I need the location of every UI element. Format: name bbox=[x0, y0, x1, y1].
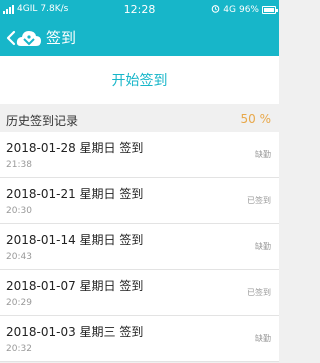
record-date: 2018-01-07 星期日 签到 bbox=[6, 279, 144, 293]
record-status: 已签到 bbox=[247, 196, 271, 205]
network-type: 4G bbox=[223, 5, 236, 15]
battery-icon bbox=[262, 6, 278, 14]
record-date: 2018-01-21 星期日 签到 bbox=[6, 187, 144, 201]
app-header: 签到 bbox=[0, 20, 279, 56]
list-item[interactable]: 2018-01-03 星期三 签到 20:32 缺勤 bbox=[0, 316, 279, 362]
status-right: 4G 96% bbox=[211, 4, 278, 16]
list-item[interactable]: 2018-01-07 星期日 签到 20:29 已签到 bbox=[0, 270, 279, 316]
record-time: 20:43 bbox=[6, 252, 32, 262]
list-item[interactable]: 2018-01-21 星期日 签到 20:30 已签到 bbox=[0, 178, 279, 224]
list-item[interactable]: 2018-01-28 星期日 签到 21:38 缺勤 bbox=[0, 132, 279, 178]
list-item[interactable]: 2018-01-14 星期日 签到 20:43 缺勤 bbox=[0, 224, 279, 270]
record-date: 2018-01-03 星期三 签到 bbox=[6, 325, 144, 339]
record-time: 21:38 bbox=[6, 160, 32, 170]
record-status: 缺勤 bbox=[255, 334, 271, 343]
history-title: 历史签到记录 bbox=[6, 114, 79, 128]
history-percent: 50 % bbox=[240, 112, 272, 126]
history-header: 历史签到记录 50 % bbox=[0, 110, 279, 132]
record-status: 缺勤 bbox=[255, 242, 271, 251]
record-date: 2018-01-14 星期日 签到 bbox=[6, 233, 144, 247]
battery-percent: 96% bbox=[238, 5, 259, 15]
record-time: 20:29 bbox=[6, 298, 32, 308]
record-time: 20:32 bbox=[6, 344, 32, 354]
alarm-icon bbox=[211, 4, 220, 16]
start-checkin-button[interactable]: 开始签到 bbox=[0, 56, 279, 104]
page-title: 签到 bbox=[46, 29, 77, 47]
record-list: 2018-01-28 星期日 签到 21:38 缺勤 2018-01-21 星期… bbox=[0, 132, 279, 362]
app-logo bbox=[16, 31, 41, 46]
record-date: 2018-01-28 星期日 签到 bbox=[6, 141, 144, 155]
record-status: 已签到 bbox=[247, 288, 271, 297]
status-bar: 4GIL 7.8K/s 12:28 4G 96% bbox=[0, 0, 279, 20]
record-time: 20:30 bbox=[6, 206, 32, 216]
record-status: 缺勤 bbox=[255, 150, 271, 159]
